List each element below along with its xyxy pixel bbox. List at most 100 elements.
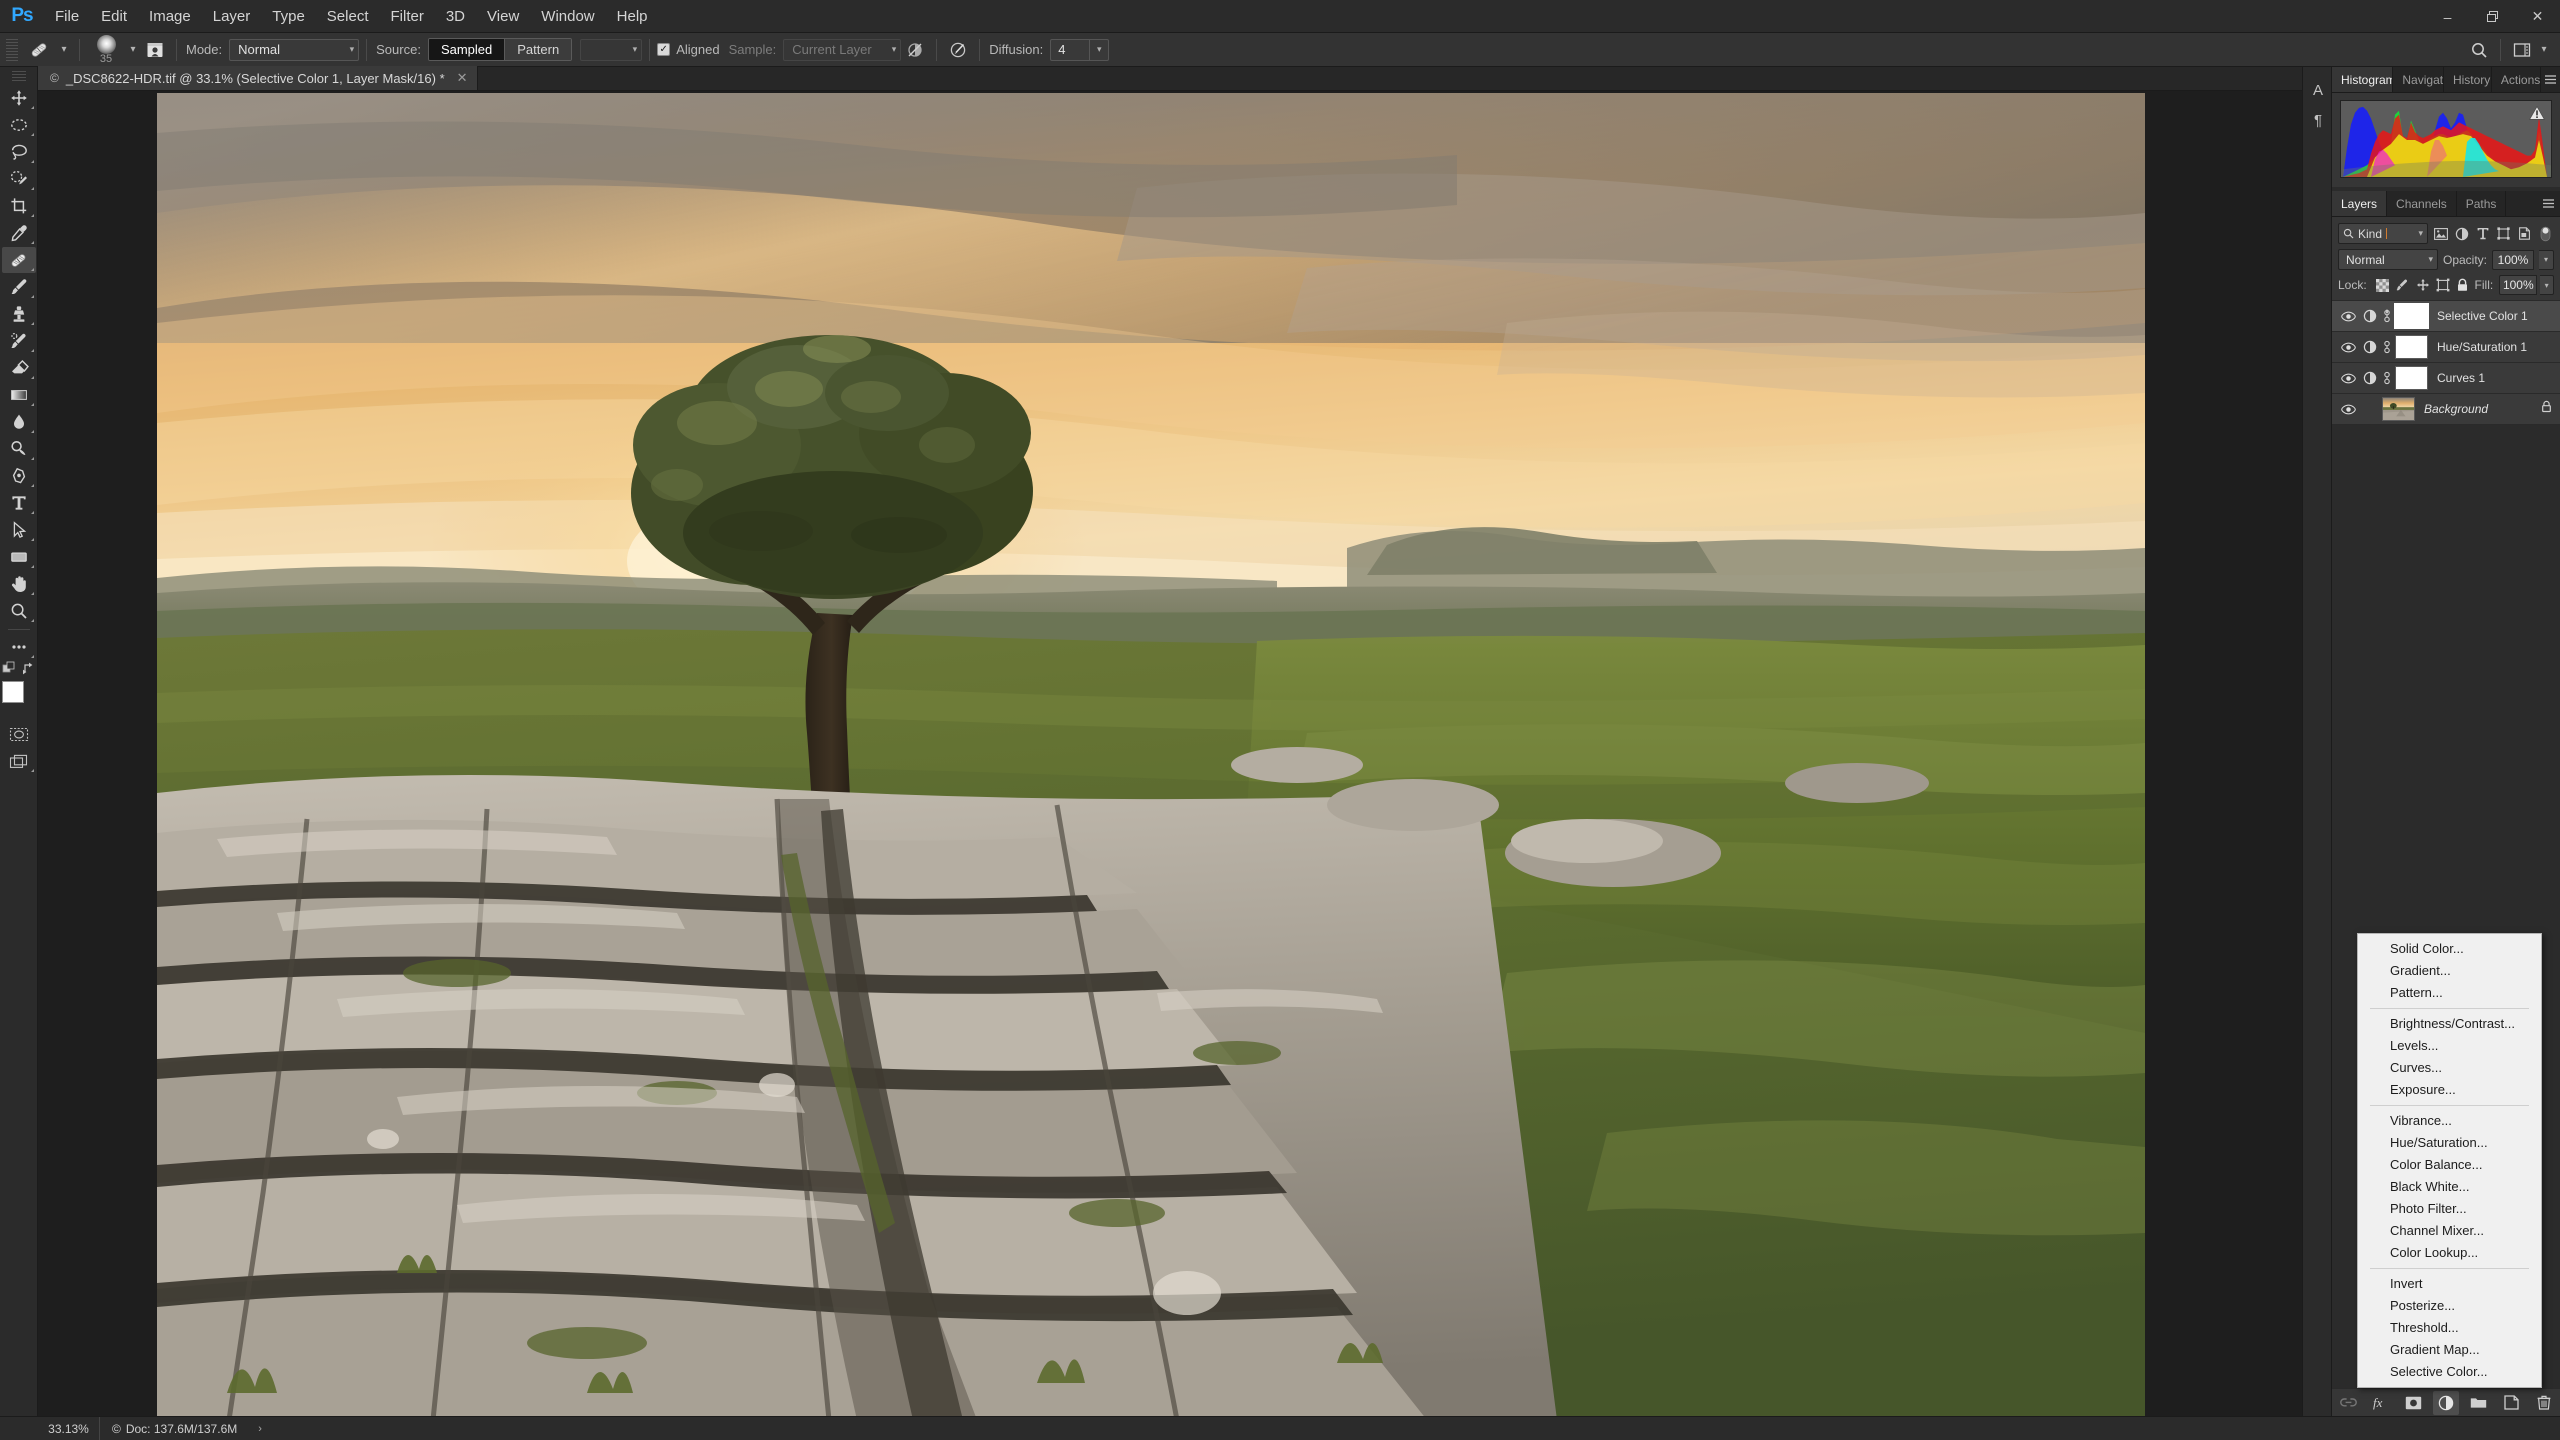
document-tab[interactable]: © _DSC8622-HDR.tif @ 33.1% (Selective Co…: [38, 66, 478, 90]
menu-item-invert[interactable]: Invert: [2358, 1273, 2541, 1295]
new-adjustment-layer-button[interactable]: [2432, 1390, 2459, 1419]
pixel-filter-icon[interactable]: [2432, 223, 2449, 244]
close-button[interactable]: ✕: [2515, 0, 2560, 33]
lock-transparent-pixels-icon[interactable]: [2374, 276, 2391, 295]
layer-row-curves-1[interactable]: Curves 1: [2332, 363, 2560, 394]
lock-image-pixels-icon[interactable]: [2394, 276, 2411, 295]
workspace-switcher-icon[interactable]: [2508, 37, 2536, 63]
swap-colors-icon[interactable]: [22, 661, 36, 675]
tab-history[interactable]: History: [2443, 67, 2492, 92]
eraser-tool[interactable]: [2, 355, 36, 381]
brush-preset-picker[interactable]: 35: [87, 34, 125, 65]
menu-item-exposure[interactable]: Exposure...: [2358, 1079, 2541, 1101]
menu-help[interactable]: Help: [606, 0, 659, 33]
menu-image[interactable]: Image: [138, 0, 202, 33]
menu-item-vibrance[interactable]: Vibrance...: [2358, 1110, 2541, 1132]
menu-window[interactable]: Window: [530, 0, 605, 33]
hand-tool[interactable]: [2, 571, 36, 597]
blend-mode-dropdown[interactable]: Normal ▾: [229, 38, 360, 61]
new-adjustment-layer-menu[interactable]: Solid Color... Gradient... Pattern... Br…: [2357, 933, 2542, 1388]
tab-channels[interactable]: Channels: [2387, 191, 2457, 216]
diffusion-input[interactable]: 4: [1050, 38, 1091, 61]
tab-layers[interactable]: Layers: [2332, 191, 2388, 216]
menu-item-channel-mixer[interactable]: Channel Mixer...: [2358, 1220, 2541, 1242]
dodge-tool[interactable]: [2, 436, 36, 462]
menu-item-black-white[interactable]: Black White...: [2358, 1176, 2541, 1198]
menu-item-photo-filter[interactable]: Photo Filter...: [2358, 1198, 2541, 1220]
layer-thumbnail[interactable]: [2382, 397, 2415, 421]
layer-visibility-toggle[interactable]: [2336, 311, 2360, 322]
layer-row-hue-saturation-1[interactable]: Hue/Saturation 1: [2332, 332, 2560, 363]
filter-kind-dropdown[interactable]: Kind ▾: [2338, 223, 2428, 244]
mask-link-icon[interactable]: [2380, 340, 2394, 354]
adjustment-filter-icon[interactable]: [2453, 223, 2470, 244]
layer-mask-thumbnail[interactable]: [2395, 366, 2428, 390]
pen-tool[interactable]: [2, 463, 36, 489]
canvas-area[interactable]: [38, 91, 2332, 1416]
sample-dropdown[interactable]: Current Layer ▾: [783, 38, 902, 61]
blur-tool[interactable]: [2, 409, 36, 435]
fill-value[interactable]: 100%: [2499, 275, 2538, 295]
path-selection-tool[interactable]: [2, 517, 36, 543]
menu-file[interactable]: File: [44, 0, 90, 33]
menu-item-pattern[interactable]: Pattern...: [2358, 982, 2541, 1004]
pattern-picker-dropdown[interactable]: ▾: [580, 38, 643, 61]
tab-navigator[interactable]: Navigat: [2393, 67, 2444, 92]
menu-select[interactable]: Select: [316, 0, 380, 33]
histogram-cache-warning-icon[interactable]: [2529, 106, 2545, 120]
layer-mask-thumbnail[interactable]: [2395, 335, 2428, 359]
type-filter-icon[interactable]: [2474, 223, 2491, 244]
lock-artboard-icon[interactable]: [2434, 276, 2451, 295]
menu-item-color-balance[interactable]: Color Balance...: [2358, 1154, 2541, 1176]
tool-preset-caret-icon[interactable]: ▾: [56, 44, 72, 55]
healing-brush-icon[interactable]: [22, 37, 56, 63]
layer-style-button[interactable]: fx: [2368, 1391, 2394, 1419]
toolbar-grip[interactable]: [11, 71, 26, 81]
layer-blend-mode-dropdown[interactable]: Normal ▾: [2338, 249, 2438, 270]
character-panel-icon[interactable]: A: [2303, 75, 2333, 105]
mask-link-icon[interactable]: [2380, 309, 2394, 323]
layer-visibility-toggle[interactable]: [2336, 342, 2360, 353]
brush-settings-panel-icon[interactable]: [141, 37, 169, 63]
panel-menu-icon[interactable]: [2541, 67, 2560, 92]
zoom-tool[interactable]: [2, 598, 36, 624]
close-document-icon[interactable]: ✕: [452, 70, 473, 86]
lock-position-icon[interactable]: [2414, 276, 2431, 295]
layer-row-selective-color-1[interactable]: Selective Color 1: [2332, 301, 2560, 332]
menu-item-color-lookup[interactable]: Color Lookup...: [2358, 1242, 2541, 1264]
rectangle-tool[interactable]: [2, 544, 36, 570]
marquee-tool[interactable]: [2, 112, 36, 138]
menu-item-levels[interactable]: Levels...: [2358, 1035, 2541, 1057]
opacity-value[interactable]: 100%: [2492, 249, 2534, 270]
menu-item-gradient-map[interactable]: Gradient Map...: [2358, 1339, 2541, 1361]
layer-visibility-toggle[interactable]: [2336, 373, 2360, 384]
tab-paths[interactable]: Paths: [2456, 191, 2507, 216]
quick-selection-tool[interactable]: [2, 166, 36, 192]
source-pattern-button[interactable]: Pattern: [505, 39, 572, 60]
menu-item-gradient[interactable]: Gradient...: [2358, 960, 2541, 982]
eyedropper-tool[interactable]: [2, 220, 36, 246]
menu-3d[interactable]: 3D: [435, 0, 476, 33]
smart-object-filter-icon[interactable]: [2516, 223, 2533, 244]
restore-button[interactable]: [2470, 0, 2515, 33]
ignore-adjustment-layers-icon[interactable]: [901, 37, 929, 63]
lock-all-icon[interactable]: [2454, 276, 2471, 295]
search-icon[interactable]: [2465, 37, 2493, 63]
tab-histogram[interactable]: Histogram: [2332, 67, 2394, 92]
brush-tool[interactable]: [2, 274, 36, 300]
aligned-checkbox-row[interactable]: ✓ Aligned: [657, 42, 726, 57]
type-tool[interactable]: [2, 490, 36, 516]
lasso-tool[interactable]: [2, 139, 36, 165]
zoom-level-field[interactable]: 33.13%: [38, 1416, 100, 1440]
histogram-graph[interactable]: [2340, 100, 2552, 178]
pressure-for-size-icon[interactable]: [944, 37, 972, 63]
default-colors-icon[interactable]: [2, 661, 16, 675]
crop-tool[interactable]: [2, 193, 36, 219]
menu-edit[interactable]: Edit: [90, 0, 138, 33]
options-bar-grip[interactable]: [6, 38, 18, 61]
status-menu-arrow-icon[interactable]: ›: [258, 1423, 262, 1435]
menu-item-solid-color[interactable]: Solid Color...: [2358, 938, 2541, 960]
document-image[interactable]: [157, 93, 2145, 1416]
layer-visibility-toggle[interactable]: [2336, 404, 2360, 415]
quick-mask-button[interactable]: [2, 721, 36, 747]
